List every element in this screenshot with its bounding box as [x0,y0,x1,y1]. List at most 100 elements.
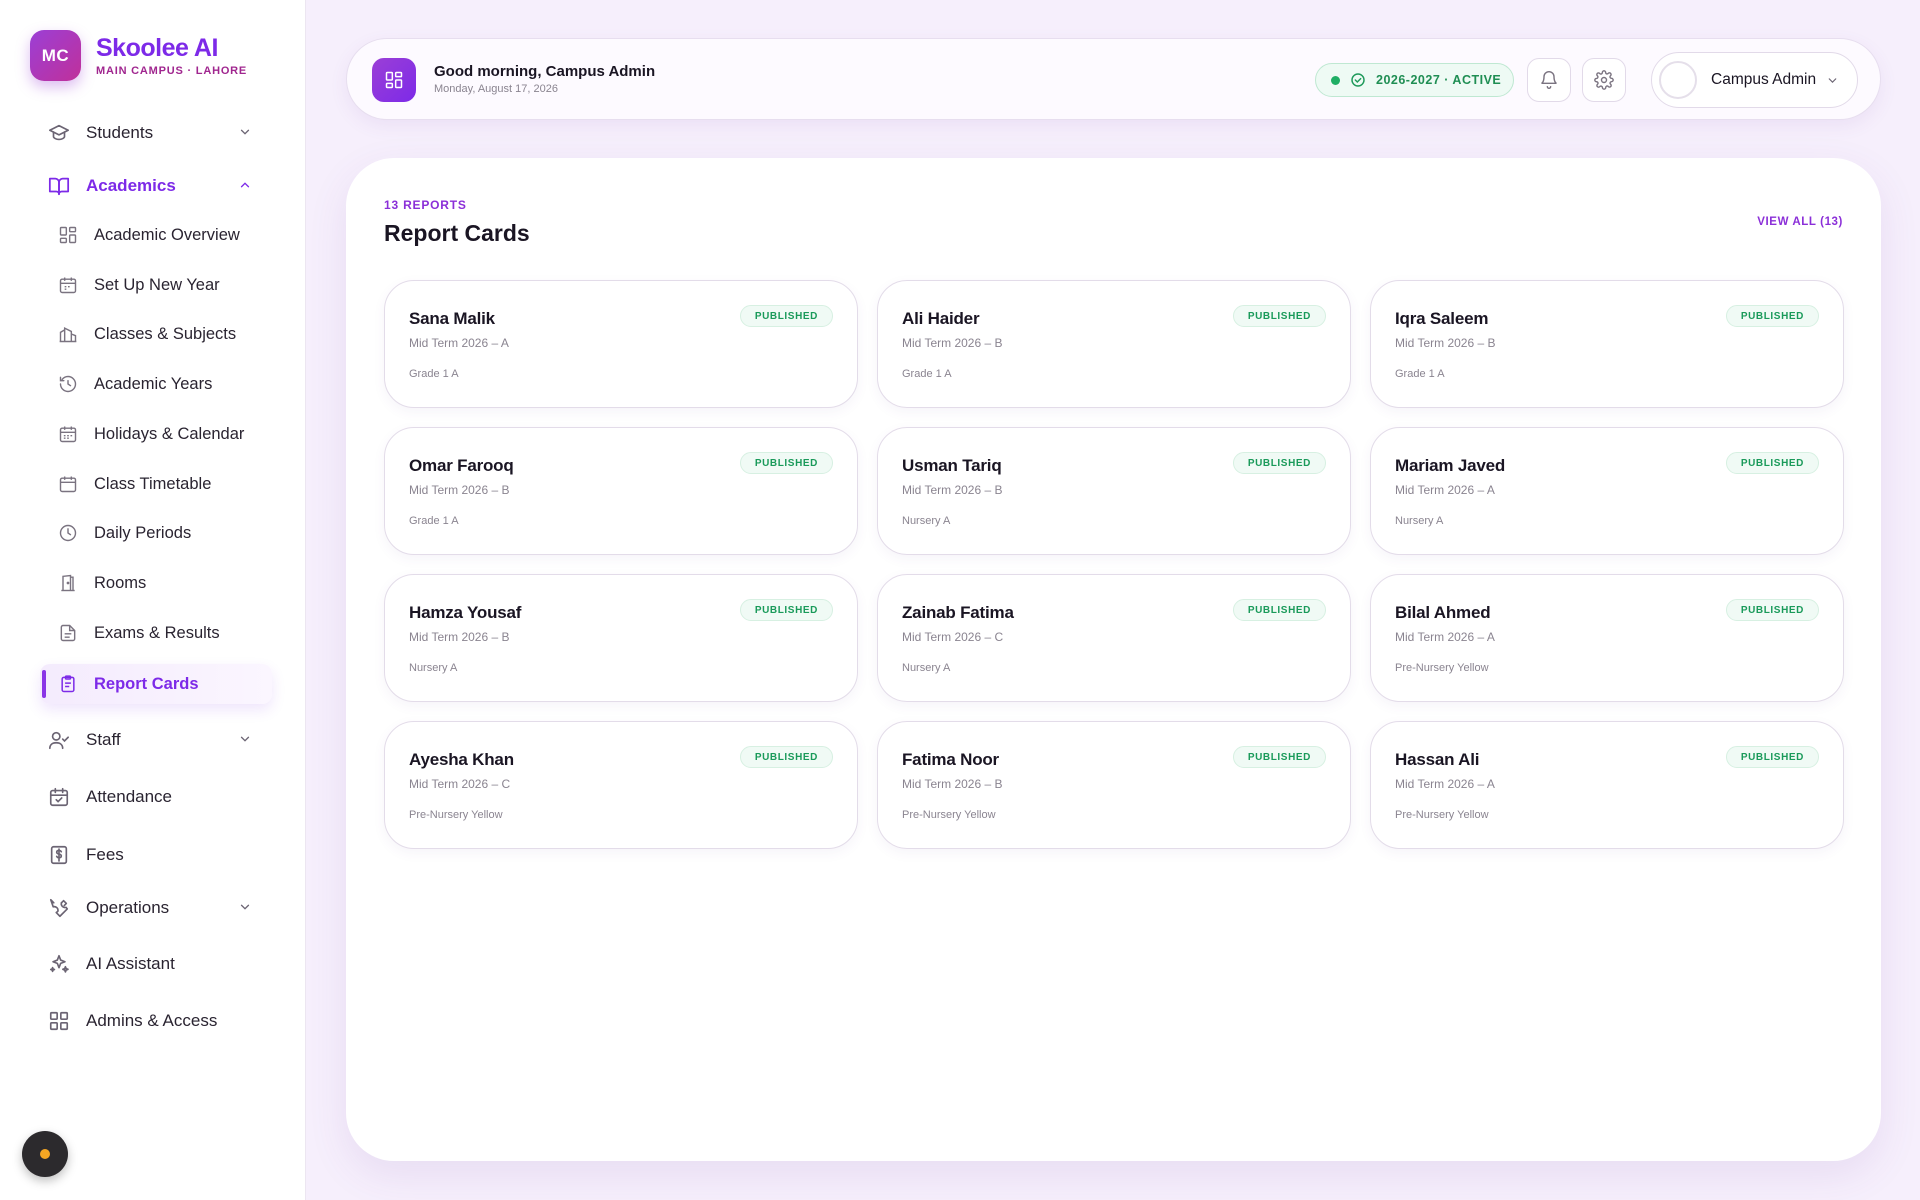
report-card[interactable]: Bilal Ahmed Mid Term 2026 – A Pre-Nurser… [1370,574,1844,702]
sidebar-subitem-label: Report Cards [94,674,199,693]
status-badge: PUBLISHED [1232,305,1326,327]
report-card[interactable]: Usman Tariq Mid Term 2026 – B Nursery A … [877,427,1351,555]
exam-term: Mid Term 2026 – A [409,336,509,350]
chevron-down-icon [238,900,252,919]
sidebar-subitem-daily-periods[interactable]: Daily Periods [40,513,272,553]
brand: MC Skoolee AI MAIN CAMPUS · LAHORE [30,30,247,81]
report-card[interactable]: Hamza Yousaf Mid Term 2026 – B Nursery A… [384,574,858,702]
status-indicator-button[interactable] [22,1131,68,1177]
campus-avatar[interactable]: MC [30,30,81,81]
sidebar-item-students[interactable]: Students [30,113,270,153]
sidebar-item-staff[interactable]: Staff [30,720,270,760]
report-card[interactable]: Fatima Noor Mid Term 2026 – B Pre-Nurser… [877,721,1351,849]
student-name: Hassan Ali [1395,750,1480,769]
notifications-button[interactable] [1527,58,1571,102]
page-title: Report Cards [384,220,530,246]
academic-year-label: 2026-2027 · ACTIVE [1376,73,1502,87]
report-card[interactable]: Ali Haider Mid Term 2026 – B Grade 1 A P… [877,280,1351,408]
class-name: Grade 1 A [409,368,459,380]
clock-icon [55,520,81,546]
calendar-icon [55,471,81,497]
sidebar-item-label: Admins & Access [86,1011,218,1030]
file-text-icon [55,620,81,646]
status-badge: PUBLISHED [1725,746,1819,768]
sidebar-subitem-label: Daily Periods [94,523,192,542]
student-name: Ayesha Khan [409,750,514,769]
status-badge: PUBLISHED [739,599,833,621]
grid-icon [46,1008,72,1034]
chevron-up-icon [238,178,252,197]
sidebar-subitem-rooms[interactable]: Rooms [40,563,272,603]
dashboard-icon [55,222,81,248]
sidebar-subitem-academic-years[interactable]: Academic Years [40,364,272,404]
user-name: Campus Admin [1711,71,1817,88]
sidebar-item-ai-assistant[interactable]: AI Assistant [30,944,270,984]
status-badge: PUBLISHED [739,746,833,768]
report-card[interactable]: Iqra Saleem Mid Term 2026 – B Grade 1 A … [1370,280,1844,408]
sidebar-item-attendance[interactable]: Attendance [30,777,270,817]
brand-name: Skoolee AI [96,33,218,62]
sidebar-item-label: Students [86,123,154,142]
view-all-link[interactable]: VIEW ALL (13) [1757,216,1843,228]
academic-year-status[interactable]: 2026-2027 · ACTIVE [1315,63,1514,97]
class-name: Pre-Nursery Yellow [1395,809,1489,821]
history-icon [55,371,81,397]
status-badge: PUBLISHED [1232,599,1326,621]
report-card[interactable]: Ayesha Khan Mid Term 2026 – C Pre-Nurser… [384,721,858,849]
status-badge: PUBLISHED [1232,746,1326,768]
sidebar-item-label: Fees [86,845,124,864]
report-card[interactable]: Zainab Fatima Mid Term 2026 – C Nursery … [877,574,1351,702]
campus-subtitle: MAIN CAMPUS · LAHORE [96,64,248,77]
sidebar-subitem-class-timetable[interactable]: Class Timetable [40,464,272,504]
sidebar-subitem-label: Set Up New Year [94,275,220,294]
class-name: Pre-Nursery Yellow [1395,662,1489,674]
sidebar-item-academics[interactable]: Academics [30,166,270,206]
student-name: Usman Tariq [902,456,1002,475]
school-icon [55,321,81,347]
greeting-text: Good morning, Campus Admin [434,63,656,80]
exam-term: Mid Term 2026 – B [902,336,1003,350]
report-card[interactable]: Sana Malik Mid Term 2026 – A Grade 1 A P… [384,280,858,408]
gear-icon [1594,70,1614,90]
exam-term: Mid Term 2026 – A [1395,630,1495,644]
exam-term: Mid Term 2026 – B [409,630,510,644]
sidebar-subitem-classes-subjects[interactable]: Classes & Subjects [40,314,272,354]
sidebar-item-fees[interactable]: Fees [30,835,270,875]
sidebar-subitem-set-up-new-year[interactable]: Set Up New Year [40,265,272,305]
reports-count: 13 REPORTS [384,198,467,212]
class-name: Grade 1 A [409,515,459,527]
report-card[interactable]: Omar Farooq Mid Term 2026 – B Grade 1 A … [384,427,858,555]
student-name: Ali Haider [902,309,980,328]
current-date: Monday, August 17, 2026 [434,83,558,95]
sidebar-subitem-exams-results[interactable]: Exams & Results [40,613,272,653]
dashboard-menu-button[interactable] [372,58,416,102]
report-card[interactable]: Mariam Javed Mid Term 2026 – A Nursery A… [1370,427,1844,555]
student-name: Iqra Saleem [1395,309,1489,328]
chevron-down-icon [1826,74,1839,92]
sidebar-subitem-holidays-calendar[interactable]: Holidays & Calendar [40,414,272,454]
sidebar-subitem-academic-overview[interactable]: Academic Overview [40,215,272,255]
report-card[interactable]: Hassan Ali Mid Term 2026 – A Pre-Nursery… [1370,721,1844,849]
sidebar-subitem-label: Rooms [94,573,147,592]
class-name: Pre-Nursery Yellow [409,809,503,821]
calendar-check-icon [46,784,72,810]
sidebar-item-operations[interactable]: Operations [30,888,270,928]
class-name: Grade 1 A [1395,368,1445,380]
brand-text: Skoolee AI MAIN CAMPUS · LAHORE [96,33,248,77]
sidebar-item-admins-access[interactable]: Admins & Access [30,1001,270,1041]
class-name: Pre-Nursery Yellow [902,809,996,821]
chevron-down-icon [238,125,252,144]
sidebar-item-label: AI Assistant [86,954,175,973]
sidebar-item-label: Academics [86,176,176,195]
student-name: Fatima Noor [902,750,999,769]
user-menu[interactable]: Campus Admin [1651,52,1858,108]
student-name: Bilal Ahmed [1395,603,1491,622]
settings-button[interactable] [1582,58,1626,102]
exam-term: Mid Term 2026 – A [1395,777,1495,791]
sidebar-subitem-report-cards[interactable]: Report Cards [40,664,272,704]
class-name: Nursery A [902,662,951,674]
chevron-down-icon [238,732,252,751]
exam-term: Mid Term 2026 – A [1395,483,1495,497]
sidebar-subitem-label: Academic Years [94,374,213,393]
avatar [1659,61,1697,99]
